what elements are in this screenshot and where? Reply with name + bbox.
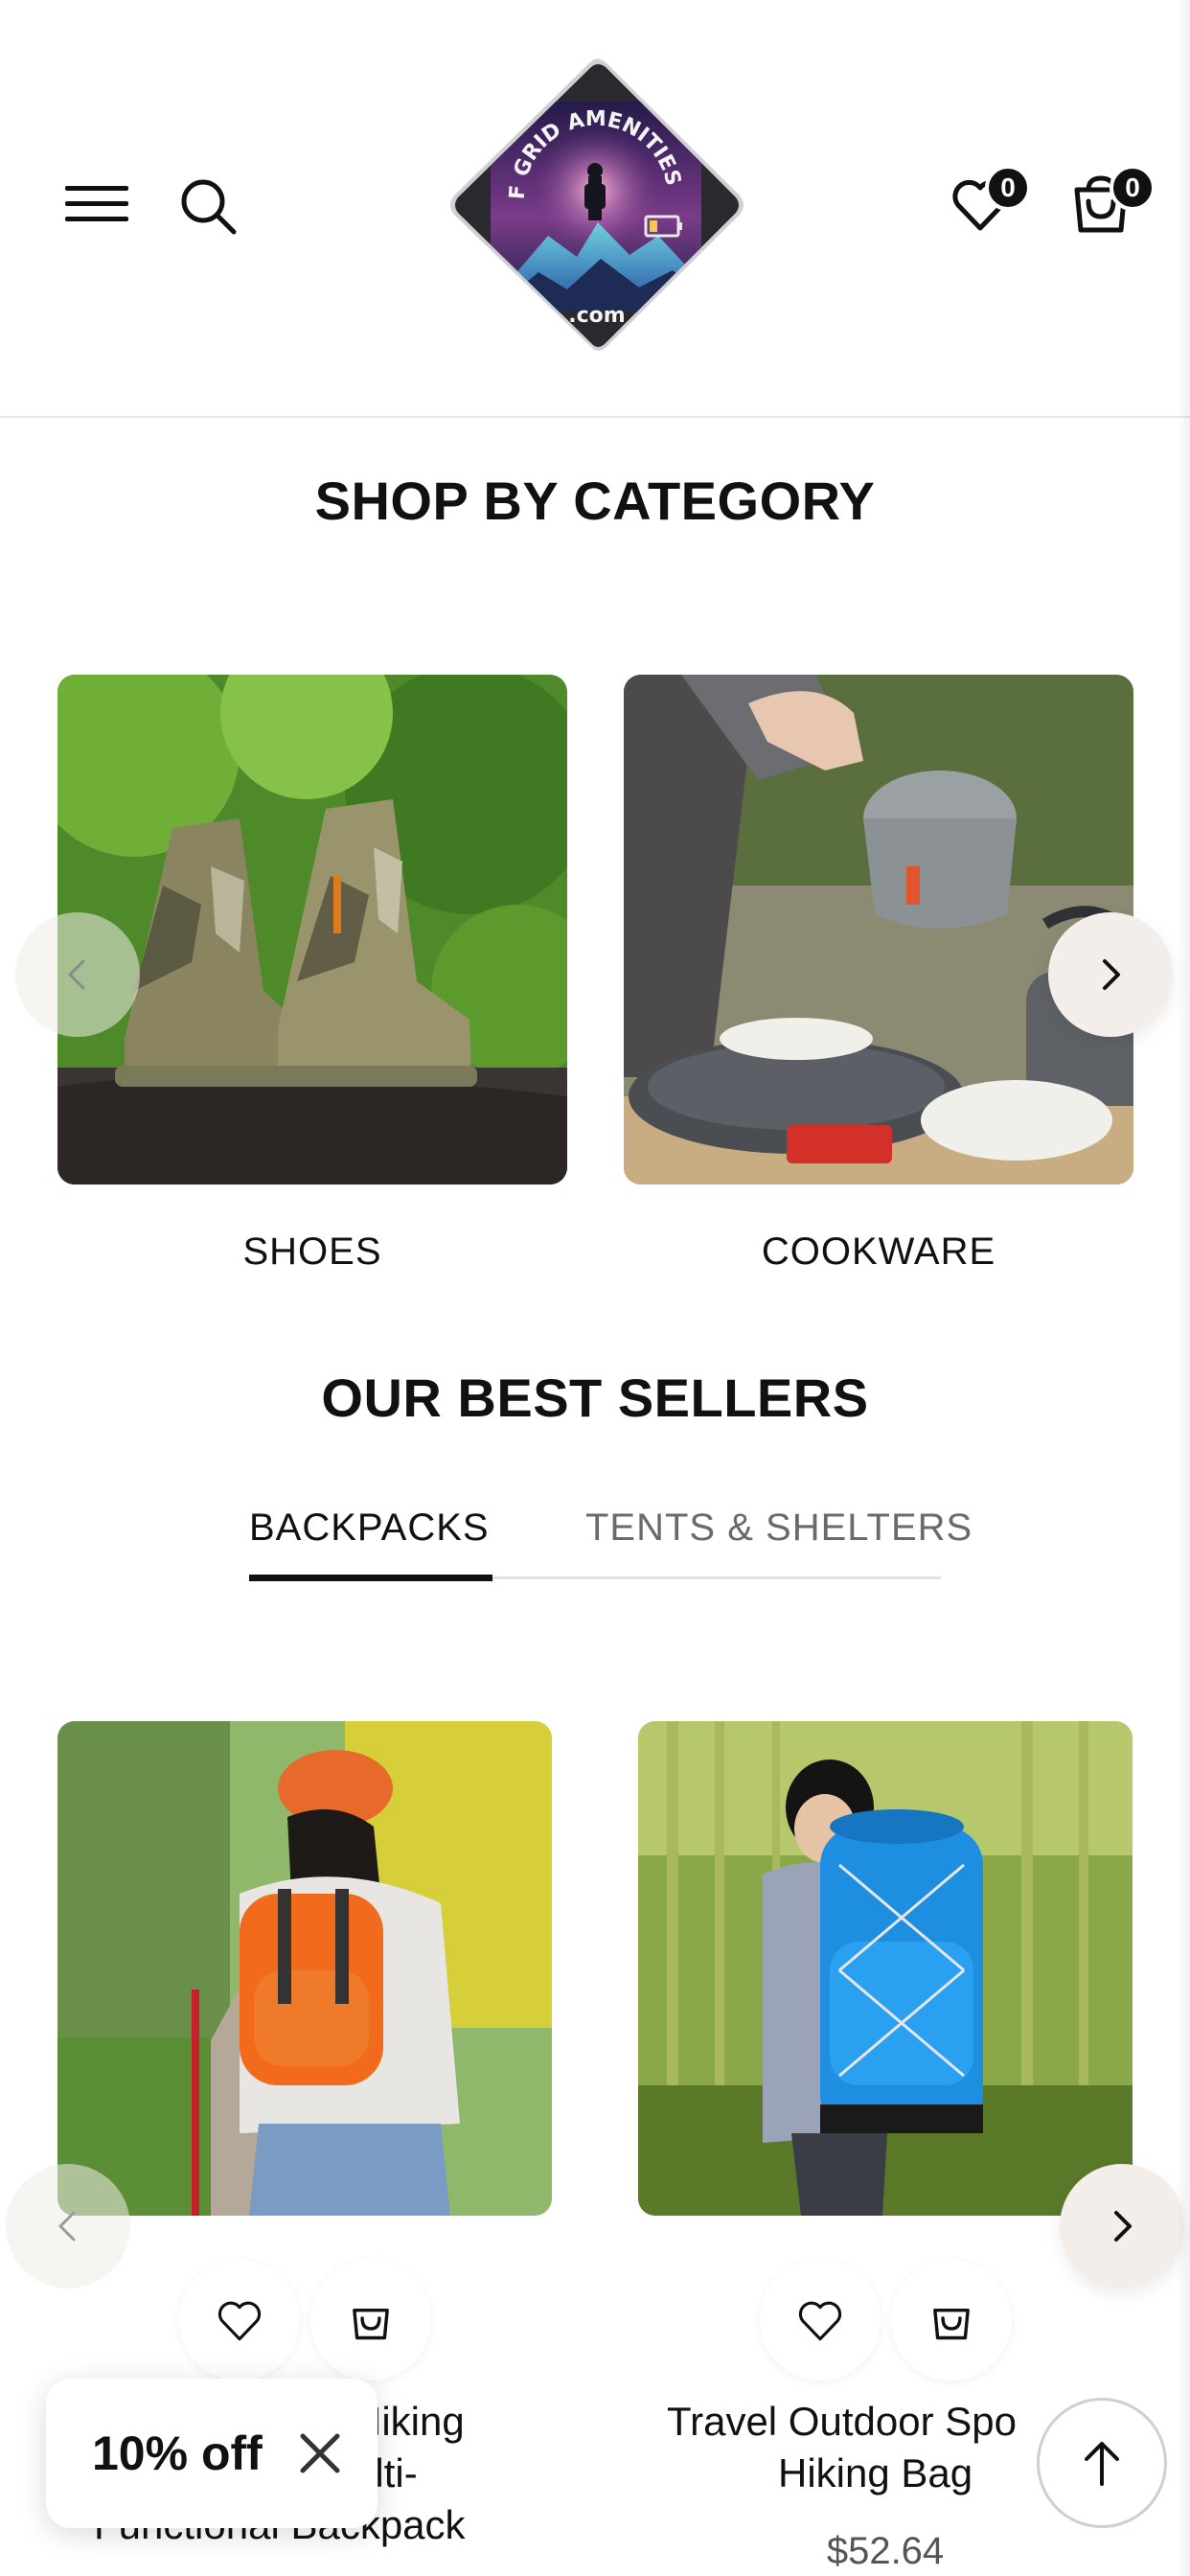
shop-by-category-title: SHOP BY CATEGORY [314, 471, 876, 531]
discount-popup[interactable]: 10% off [46, 2379, 378, 2528]
category-card-cookware[interactable]: COOKWARE [624, 675, 1133, 1273]
chevron-left-icon [68, 959, 85, 990]
category-next-arrow[interactable] [1048, 912, 1173, 1037]
product-2-add-to-cart-button[interactable] [891, 2260, 1012, 2380]
shopping-bag-icon [353, 2309, 389, 2340]
category-label-cookware[interactable]: COOKWARE [624, 1230, 1133, 1274]
product-2-price: $52.64 [826, 2530, 945, 2572]
tab-backpacks[interactable]: BACKPACKS [249, 1506, 490, 1550]
site-header: OFF GRID AMENITIES Co. .com 0 0 [0, 0, 1190, 418]
products-prev-arrow[interactable] [6, 2164, 130, 2288]
active-tab-indicator [249, 1575, 492, 1581]
cart-count-badge: 0 [1110, 165, 1156, 211]
product-image-1[interactable] [57, 1721, 552, 2216]
product-image-2[interactable] [638, 1721, 1133, 2216]
search-icon[interactable] [176, 174, 241, 240]
category-image-shoes [57, 675, 567, 1184]
site-logo[interactable]: OFF GRID AMENITIES Co. .com [424, 35, 749, 370]
products-next-arrow[interactable] [1060, 2164, 1184, 2288]
back-to-top-button[interactable] [1037, 2398, 1167, 2528]
tab-tents-shelters[interactable]: TENTS & SHELTERS [585, 1506, 973, 1550]
product-2-wishlist-button[interactable] [760, 2260, 881, 2380]
close-icon[interactable] [295, 2428, 345, 2478]
heart-icon [217, 2301, 262, 2341]
scroll-edge-shadow [1177, 0, 1190, 2576]
product-1-wishlist-button[interactable] [179, 2260, 300, 2380]
cart-button[interactable]: 0 [1067, 165, 1156, 238]
chevron-left-icon [58, 2211, 76, 2242]
best-sellers-title: OUR BEST SELLERS [321, 1368, 869, 1428]
shopping-bag-icon [933, 2309, 970, 2340]
logo-text-bottom: .com [568, 304, 625, 328]
category-label-shoes[interactable]: SHOES [57, 1230, 567, 1274]
heart-icon [798, 2301, 842, 2341]
chevron-right-icon [1103, 959, 1120, 990]
wishlist-button[interactable]: 0 [949, 165, 1031, 236]
chevron-right-icon [1114, 2211, 1132, 2242]
category-card-shoes[interactable]: SHOES [57, 675, 567, 1273]
wishlist-count-badge: 0 [985, 165, 1031, 211]
category-prev-arrow[interactable] [15, 912, 140, 1037]
arrow-up-icon [1085, 2442, 1119, 2486]
hamburger-menu-icon[interactable] [65, 182, 128, 226]
category-image-cookware [624, 675, 1133, 1184]
product-1-add-to-cart-button[interactable] [310, 2260, 431, 2380]
discount-text: 10% off [92, 2426, 263, 2480]
